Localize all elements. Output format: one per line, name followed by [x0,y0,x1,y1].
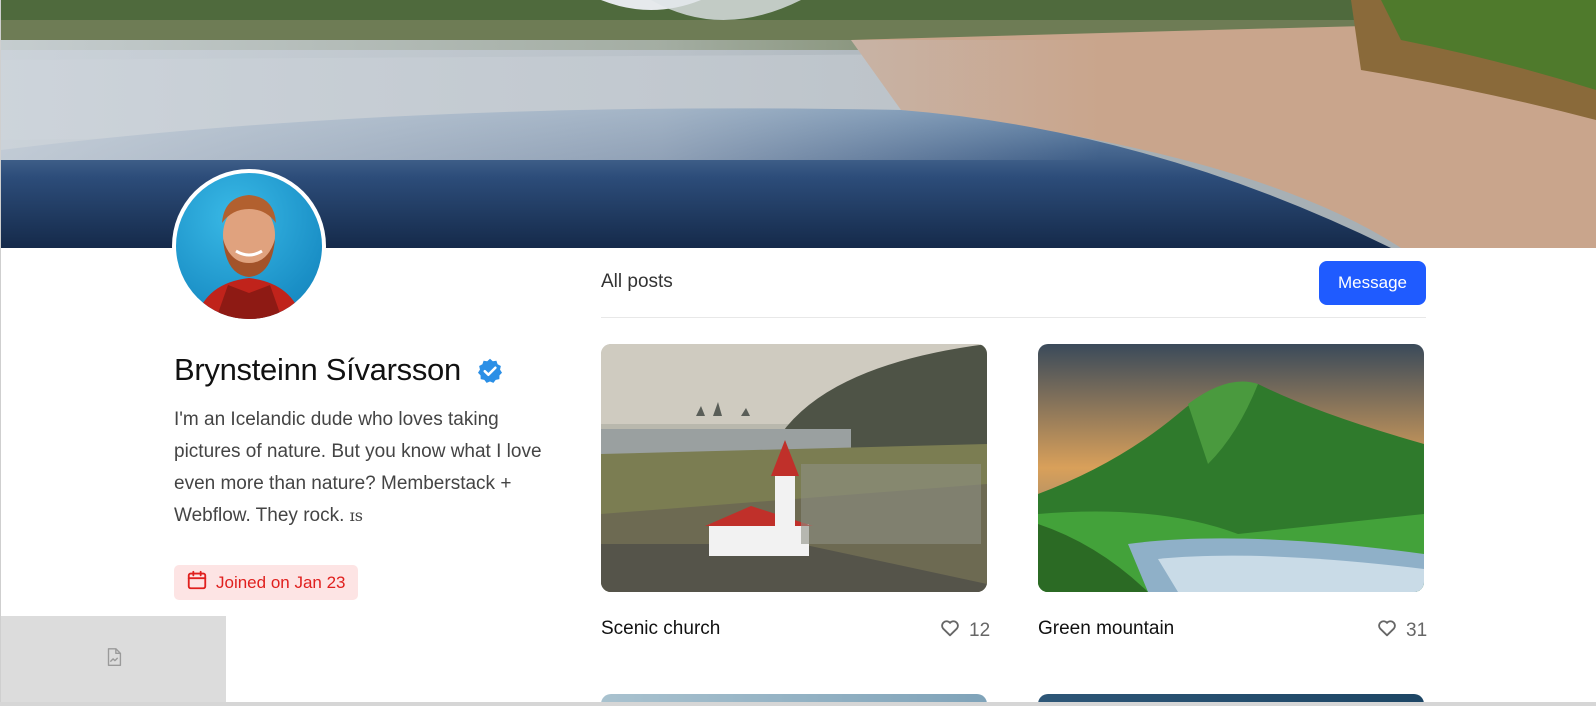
all-posts-title: All posts [601,271,673,292]
posts-divider [601,317,1426,318]
joined-label: Joined on Jan 23 [216,572,346,592]
avatar [172,169,326,323]
post-image-green-mountain[interactable] [1038,344,1424,592]
profile-name: Brynsteinn Sívarsson [174,352,461,387]
heart-icon[interactable] [939,617,961,645]
profile-bio: I'm an Icelandic dude who loves taking p… [174,404,554,532]
message-button[interactable]: Message [1319,261,1426,305]
bio-emoji: ɪs [349,506,363,525]
like-count-value: 31 [1406,620,1428,641]
verified-badge-icon [476,357,504,385]
like-count-value: 12 [969,620,991,641]
heart-icon[interactable] [1376,617,1398,645]
broken-image-icon [103,646,125,673]
broken-image [1,616,226,702]
calendar-icon [186,569,208,596]
post-title[interactable]: Green mountain [1038,618,1174,640]
post-image-scenic-church[interactable] [601,344,987,592]
joined-badge: Joined on Jan 23 [174,565,358,600]
avatar-photo [176,173,322,319]
like-count[interactable]: 31 [1376,617,1427,645]
bottom-scroll-edge [0,702,1596,706]
post-title[interactable]: Scenic church [601,618,720,640]
like-count[interactable]: 12 [939,617,990,645]
